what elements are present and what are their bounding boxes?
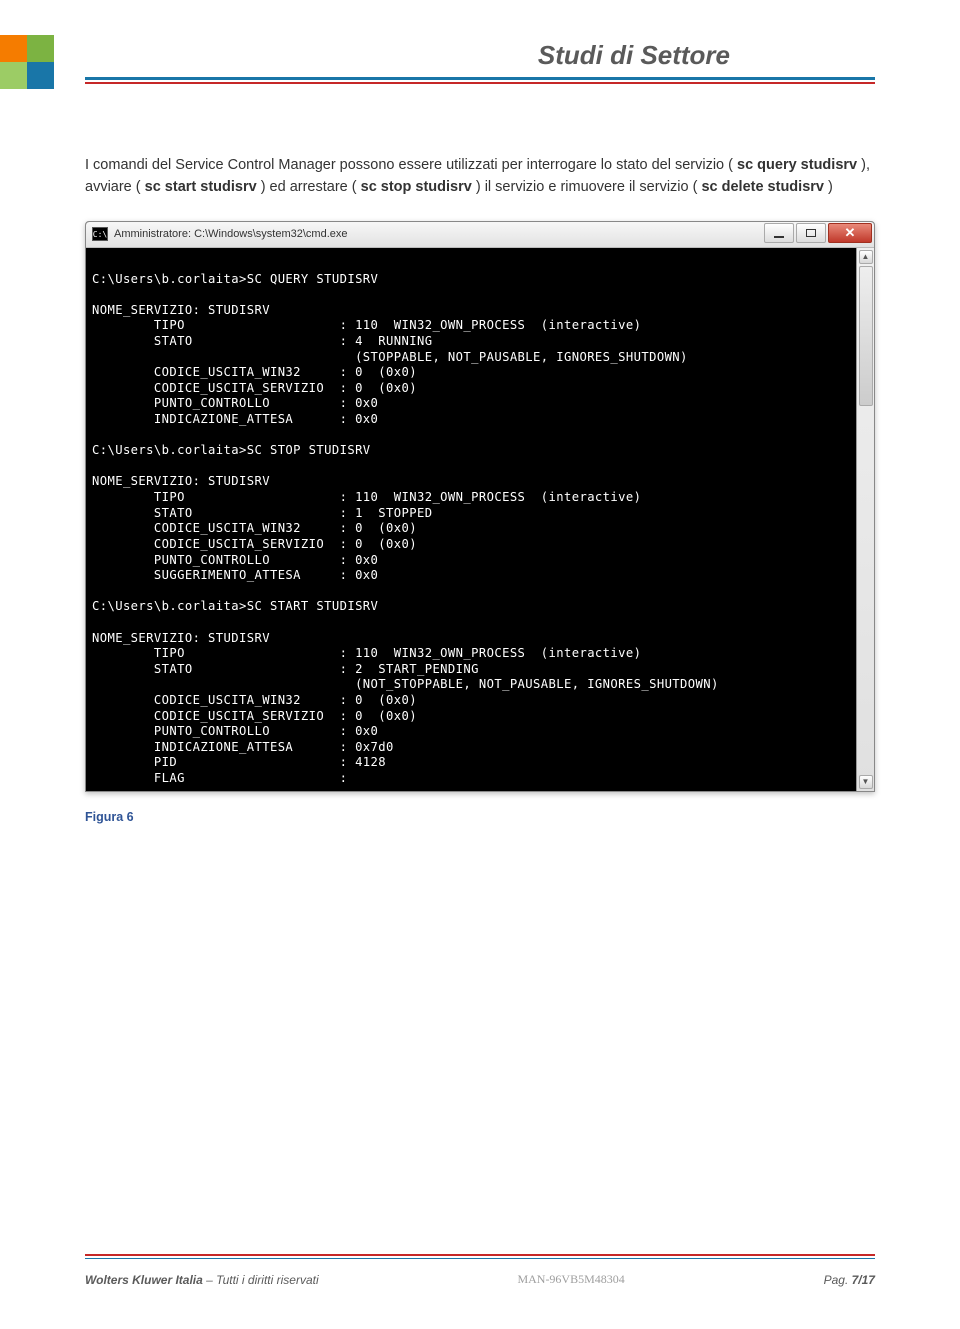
logo-tile: [0, 62, 27, 89]
divider-line: [85, 1254, 875, 1256]
body-text-segment: I comandi del Service Control Manager po…: [85, 157, 737, 173]
window-controls: ✕: [762, 223, 872, 245]
body-command: sc query studisrv: [737, 157, 857, 173]
scroll-thumb[interactable]: [859, 266, 873, 406]
cmd-scrollbar[interactable]: ▲ ▼: [856, 248, 874, 791]
body-command: sc delete studisrv: [701, 179, 824, 195]
divider-line: [85, 1258, 875, 1260]
footer-page-label: Pag.: [824, 1273, 852, 1287]
page-footer: Wolters Kluwer Italia – Tutti i diritti …: [85, 1272, 875, 1287]
brand-logo: [0, 35, 55, 90]
footer-page-value: 7/17: [852, 1273, 875, 1287]
body-text-segment: ) il servizio e rimuovere il servizio (: [472, 179, 702, 195]
footer-copyright: Wolters Kluwer Italia – Tutti i diritti …: [85, 1273, 319, 1287]
body-text-segment: ): [824, 179, 833, 195]
body-command: sc stop studisrv: [361, 179, 472, 195]
logo-tile: [0, 35, 27, 62]
maximize-icon: [806, 229, 816, 237]
footer-rights: – Tutti i diritti riservati: [203, 1273, 319, 1287]
footer-brand: Wolters Kluwer Italia: [85, 1273, 203, 1287]
cmd-body-wrapper: C:\Users\b.corlaita>SC QUERY STUDISRV NO…: [86, 248, 874, 791]
cmd-window-title: Amministratore: C:\Windows\system32\cmd.…: [114, 228, 762, 240]
body-text-segment: ) ed arrestare (: [257, 179, 361, 195]
minimize-button[interactable]: [764, 223, 794, 243]
close-icon: ✕: [845, 225, 856, 241]
cmd-icon-glyph: C:\: [93, 230, 107, 239]
minimize-icon: [774, 236, 784, 238]
document-page: Studi di Settore I comandi del Service C…: [0, 0, 960, 1329]
page-header: Studi di Settore: [85, 40, 875, 84]
maximize-button[interactable]: [796, 223, 826, 243]
body-command: sc start studisrv: [145, 179, 257, 195]
divider-line: [85, 77, 875, 80]
divider-line: [85, 82, 875, 84]
figure-caption: Figura 6: [85, 810, 875, 824]
cmd-window: C:\ Amministratore: C:\Windows\system32\…: [85, 221, 875, 792]
page-title: Studi di Settore: [85, 40, 730, 71]
logo-tile: [27, 35, 54, 62]
footer-page-number: Pag. 7/17: [824, 1273, 875, 1287]
cmd-icon: C:\: [92, 227, 108, 241]
body-paragraph: I comandi del Service Control Manager po…: [85, 154, 875, 199]
logo-tile: [27, 62, 54, 89]
scroll-down-button[interactable]: ▼: [859, 775, 873, 789]
scroll-track[interactable]: [859, 266, 873, 773]
footer-doc-id: MAN-96VB5M48304: [517, 1272, 624, 1287]
cmd-titlebar: C:\ Amministratore: C:\Windows\system32\…: [86, 222, 874, 248]
scroll-up-button[interactable]: ▲: [859, 250, 873, 264]
footer-divider: [85, 1252, 875, 1259]
close-button[interactable]: ✕: [828, 223, 872, 243]
cmd-output: C:\Users\b.corlaita>SC QUERY STUDISRV NO…: [86, 248, 856, 791]
title-underline: [85, 77, 875, 84]
